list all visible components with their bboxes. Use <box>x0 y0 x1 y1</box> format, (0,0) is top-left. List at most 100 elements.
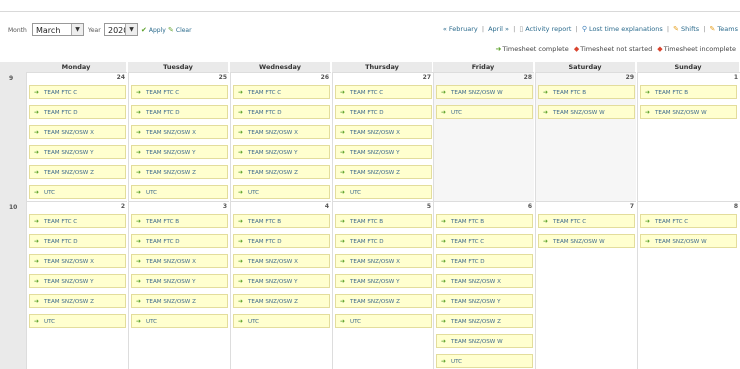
team-timesheet-entry[interactable]: ➜ TEAM FTC D <box>29 105 126 119</box>
year-select[interactable]: 2020 ▼ <box>104 23 138 36</box>
team-timesheet-entry[interactable]: ➜ TEAM FTC D <box>233 105 330 119</box>
team-timesheet-entry[interactable]: ➜ TEAM SNZ/OSW Z <box>131 294 228 308</box>
team-timesheet-entry[interactable]: ➜ TEAM FTC D <box>233 234 330 248</box>
day-cell[interactable]: 5 ➜ TEAM FTC B ➜ TEAM FTC D ➜ TEAM SNZ/OSW X ➜ T… <box>332 201 433 369</box>
team-timesheet-entry[interactable]: ➜ TEAM FTC B <box>538 85 635 99</box>
clear-button[interactable]: ✎ Clear <box>168 26 192 34</box>
team-timesheet-entry[interactable]: ➜ TEAM SNZ/OSW Y <box>131 274 228 288</box>
team-timesheet-entry[interactable]: ➜ TEAM FTC B <box>131 214 228 228</box>
arrow-right-icon: ➜ <box>136 189 142 196</box>
team-timesheet-entry[interactable]: ➜ TEAM FTC D <box>436 254 533 268</box>
team-timesheet-entry[interactable]: ➜ TEAM SNZ/OSW W <box>538 105 635 119</box>
team-timesheet-entry[interactable]: ➜ UTC <box>131 314 228 328</box>
day-cell[interactable]: 2 ➜ TEAM FTC C ➜ TEAM FTC D ➜ TEAM SNZ/OSW X ➜ T… <box>26 201 127 369</box>
team-timesheet-entry[interactable]: ➜ TEAM FTC C <box>640 214 737 228</box>
team-timesheet-entry[interactable]: ➜ UTC <box>335 185 432 199</box>
team-timesheet-entry[interactable]: ➜ TEAM SNZ/OSW W <box>538 234 635 248</box>
day-cell[interactable]: 25 ➜ TEAM FTC C ➜ TEAM FTC D ➜ TEAM SNZ/OSW X ➜… <box>128 72 229 201</box>
team-timesheet-entry[interactable]: ➜ TEAM SNZ/OSW X <box>436 274 533 288</box>
activity-report-link[interactable]: ▯ Activity report <box>519 25 571 33</box>
team-timesheet-entry[interactable]: ➜ TEAM SNZ/OSW W <box>640 234 737 248</box>
day-cell[interactable]: 1 ➜ TEAM FTC B ➜ TEAM SNZ/OSW W <box>637 72 740 201</box>
team-timesheet-entry[interactable]: ➜ TEAM FTC D <box>131 105 228 119</box>
prev-month-link[interactable]: « February <box>443 25 478 33</box>
teams-link[interactable]: ✎ Teams <box>710 25 738 33</box>
team-timesheet-entry[interactable]: ➜ TEAM FTC C <box>131 85 228 99</box>
team-timesheet-entry[interactable]: ➜ TEAM FTC D <box>335 105 432 119</box>
team-timesheet-entry[interactable]: ➜ TEAM SNZ/OSW X <box>131 254 228 268</box>
team-timesheet-entry[interactable]: ➜ TEAM SNZ/OSW X <box>131 125 228 139</box>
team-timesheet-entry[interactable]: ➜ TEAM SNZ/OSW Y <box>233 274 330 288</box>
day-number: 3 <box>222 203 227 210</box>
day-cell[interactable]: 27 ➜ TEAM FTC C ➜ TEAM FTC D ➜ TEAM SNZ/OSW X ➜… <box>332 72 433 201</box>
day-cell[interactable]: 29 ➜ TEAM FTC B ➜ TEAM SNZ/OSW W <box>535 72 636 201</box>
team-timesheet-entry[interactable]: ➜ TEAM FTC C <box>436 234 533 248</box>
team-timesheet-entry[interactable]: ➜ TEAM SNZ/OSW Z <box>436 314 533 328</box>
day-cell[interactable]: 28 ➜ TEAM SNZ/OSW W ➜ UTC <box>433 72 534 201</box>
team-timesheet-entry[interactable]: ➜ TEAM SNZ/OSW Y <box>29 145 126 159</box>
team-timesheet-entry[interactable]: ➜ TEAM FTC C <box>29 214 126 228</box>
day-cell[interactable]: 6 ➜ TEAM FTC B ➜ TEAM FTC C ➜ TEAM FTC D ➜ TEAM … <box>433 201 534 369</box>
arrow-right-icon: ➜ <box>238 318 244 325</box>
day-cell[interactable]: 26 ➜ TEAM FTC C ➜ TEAM FTC D ➜ TEAM SNZ/OSW X ➜… <box>230 72 331 201</box>
team-entry-label: TEAM FTC D <box>248 110 282 116</box>
clear-label: Clear <box>175 27 192 34</box>
team-timesheet-entry[interactable]: ➜ TEAM SNZ/OSW X <box>335 125 432 139</box>
team-timesheet-entry[interactable]: ➜ TEAM FTC C <box>538 214 635 228</box>
team-timesheet-entry[interactable]: ➜ TEAM FTC D <box>131 234 228 248</box>
arrow-right-icon: ➜ <box>645 218 651 225</box>
team-timesheet-entry[interactable]: ➜ UTC <box>436 105 533 119</box>
shifts-link[interactable]: ✎ Shifts <box>673 25 699 33</box>
team-timesheet-entry[interactable]: ➜ TEAM SNZ/OSW W <box>640 105 737 119</box>
team-timesheet-entry[interactable]: ➜ TEAM SNZ/OSW W <box>436 85 533 99</box>
team-timesheet-entry[interactable]: ➜ TEAM SNZ/OSW Y <box>29 274 126 288</box>
team-timesheet-entry[interactable]: ➜ TEAM SNZ/OSW Z <box>335 294 432 308</box>
team-timesheet-entry[interactable]: ➜ TEAM SNZ/OSW Z <box>233 294 330 308</box>
team-timesheet-entry[interactable]: ➜ UTC <box>29 185 126 199</box>
next-month-link[interactable]: April » <box>488 25 509 33</box>
team-timesheet-entry[interactable]: ➜ UTC <box>29 314 126 328</box>
team-timesheet-entry[interactable]: ➜ TEAM SNZ/OSW Z <box>233 165 330 179</box>
team-timesheet-entry[interactable]: ➜ TEAM FTC B <box>233 214 330 228</box>
team-timesheet-entry[interactable]: ➜ TEAM SNZ/OSW X <box>233 125 330 139</box>
arrow-right-icon: ➜ <box>34 278 40 285</box>
team-timesheet-entry[interactable]: ➜ TEAM FTC B <box>640 85 737 99</box>
team-timesheet-entry[interactable]: ➜ TEAM SNZ/OSW Y <box>335 274 432 288</box>
team-timesheet-entry[interactable]: ➜ TEAM SNZ/OSW Z <box>29 294 126 308</box>
month-select[interactable]: March ▼ <box>32 23 84 36</box>
day-cell[interactable]: 7 ➜ TEAM FTC C ➜ TEAM SNZ/OSW W <box>535 201 636 369</box>
apply-button[interactable]: ✔ Apply <box>141 26 166 34</box>
team-timesheet-entry[interactable]: ➜ UTC <box>131 185 228 199</box>
team-timesheet-entry[interactable]: ➜ TEAM FTC D <box>335 234 432 248</box>
team-entry-label: TEAM SNZ/OSW Z <box>248 170 298 176</box>
day-cell[interactable]: 24 ➜ TEAM FTC C ➜ TEAM FTC D ➜ TEAM SNZ/OSW X ➜… <box>26 72 127 201</box>
team-timesheet-entry[interactable]: ➜ TEAM FTC B <box>436 214 533 228</box>
team-timesheet-entry[interactable]: ➜ TEAM SNZ/OSW Y <box>131 145 228 159</box>
team-timesheet-entry[interactable]: ➜ TEAM FTC B <box>335 214 432 228</box>
arrow-right-icon: ➜ <box>340 169 346 176</box>
team-timesheet-entry[interactable]: ➜ UTC <box>233 185 330 199</box>
arrow-right-icon: ➜ <box>136 109 142 116</box>
team-timesheet-entry[interactable]: ➜ TEAM FTC C <box>233 85 330 99</box>
team-timesheet-entry[interactable]: ➜ TEAM SNZ/OSW Y <box>436 294 533 308</box>
team-timesheet-entry[interactable]: ➜ TEAM SNZ/OSW X <box>233 254 330 268</box>
team-timesheet-entry[interactable]: ➜ TEAM FTC C <box>335 85 432 99</box>
team-timesheet-entry[interactable]: ➜ TEAM SNZ/OSW X <box>29 125 126 139</box>
team-timesheet-entry[interactable]: ➜ TEAM FTC D <box>29 234 126 248</box>
day-cell[interactable]: 3 ➜ TEAM FTC B ➜ TEAM FTC D ➜ TEAM SNZ/OSW X ➜ T… <box>128 201 229 369</box>
team-timesheet-entry[interactable]: ➜ TEAM SNZ/OSW Y <box>233 145 330 159</box>
team-timesheet-entry[interactable]: ➜ TEAM FTC C <box>29 85 126 99</box>
team-timesheet-entry[interactable]: ➜ TEAM SNZ/OSW Z <box>131 165 228 179</box>
day-cell[interactable]: 4 ➜ TEAM FTC B ➜ TEAM FTC D ➜ TEAM SNZ/OSW X ➜ T… <box>230 201 331 369</box>
team-timesheet-entry[interactable]: ➜ UTC <box>233 314 330 328</box>
team-timesheet-entry[interactable]: ➜ TEAM SNZ/OSW X <box>29 254 126 268</box>
team-timesheet-entry[interactable]: ➜ UTC <box>436 354 533 368</box>
day-cell[interactable]: 8 ➜ TEAM FTC C ➜ TEAM SNZ/OSW W <box>637 201 740 369</box>
team-timesheet-entry[interactable]: ➜ TEAM SNZ/OSW Z <box>335 165 432 179</box>
team-timesheet-entry[interactable]: ➜ TEAM SNZ/OSW X <box>335 254 432 268</box>
lost-time-link[interactable]: ⚲ Lost time explanations <box>582 25 663 33</box>
team-timesheet-entry[interactable]: ➜ UTC <box>335 314 432 328</box>
team-timesheet-entry[interactable]: ➜ TEAM SNZ/OSW W <box>436 334 533 348</box>
team-timesheet-entry[interactable]: ➜ TEAM SNZ/OSW Z <box>29 165 126 179</box>
team-timesheet-entry[interactable]: ➜ TEAM SNZ/OSW Y <box>335 145 432 159</box>
